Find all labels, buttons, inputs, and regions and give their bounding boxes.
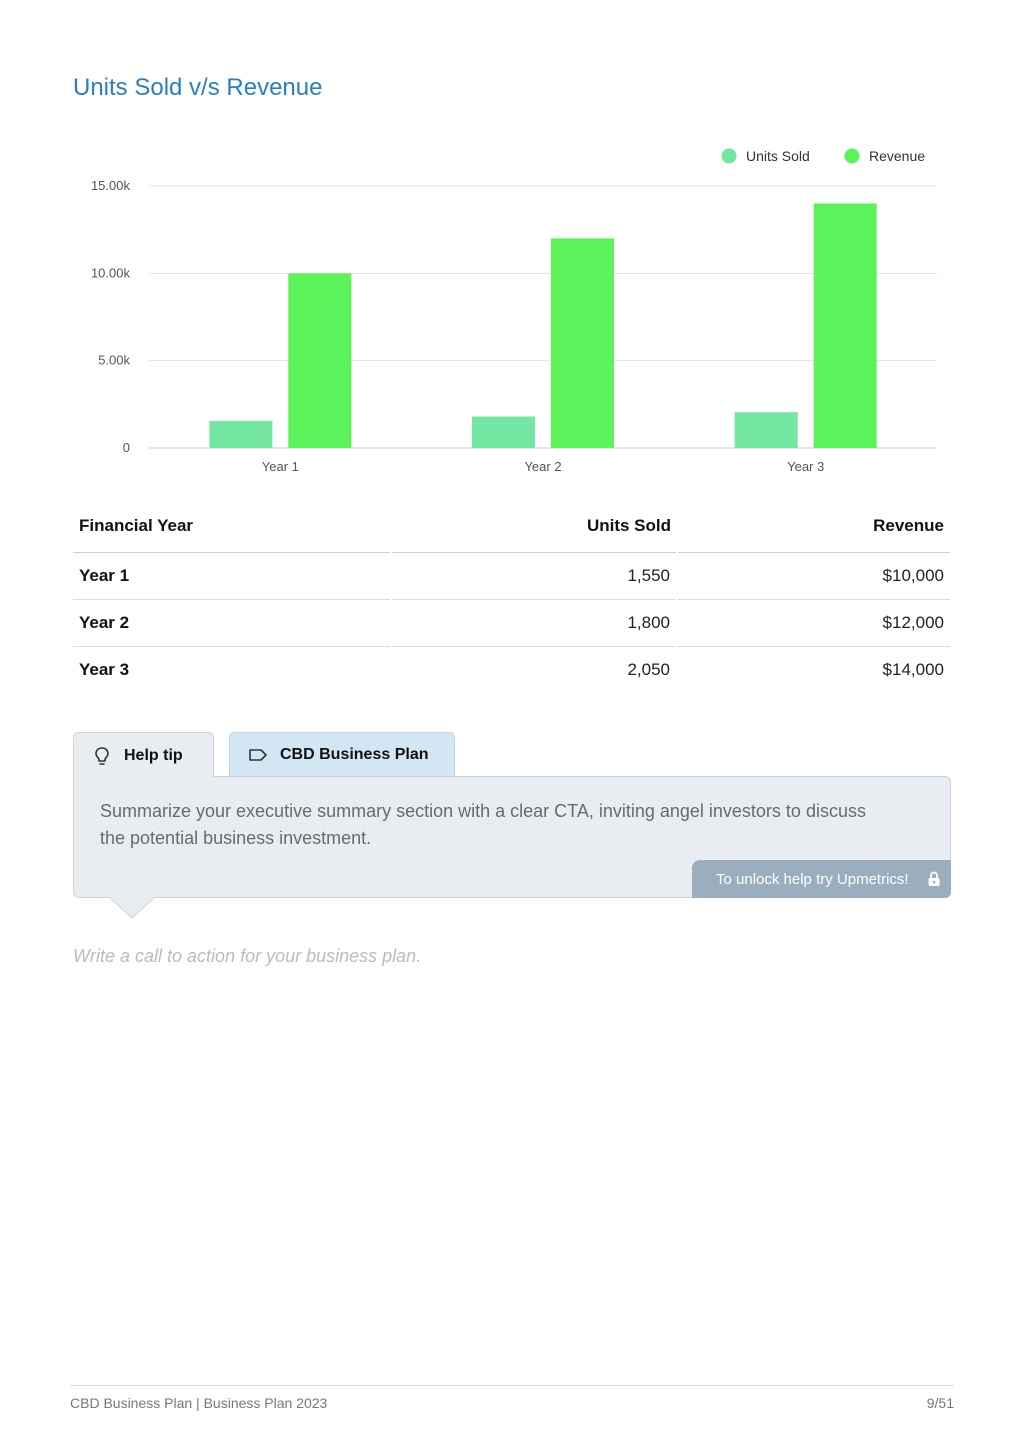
bar-units-sold: [734, 412, 798, 448]
help-panel-pointer: [109, 897, 155, 919]
table-row: Year 2 1,800 $12,000: [73, 599, 950, 647]
legend-label: Revenue: [869, 148, 925, 164]
table-cell-revenue: $14,000: [676, 646, 950, 693]
tab-cbd-business-plan[interactable]: CBD Business Plan: [229, 732, 455, 777]
lightbulb-icon: [92, 746, 112, 766]
unlock-help-label: To unlock help try Upmetrics!: [716, 870, 909, 888]
tab-help-tip[interactable]: Help tip: [73, 732, 214, 778]
financial-table: Financial Year Units Sold Revenue Year 1…: [73, 500, 950, 693]
table-header: Financial Year: [73, 500, 391, 553]
table-cell-year: Year 3: [79, 659, 130, 679]
table-cell-revenue: $10,000: [676, 552, 950, 600]
y-tick-label: 10.00k: [91, 265, 131, 280]
y-tick-label: 5.00k: [98, 353, 130, 368]
help-panel: Summarize your executive summary section…: [73, 776, 951, 898]
footer-divider: [70, 1385, 954, 1386]
unlock-help-button[interactable]: To unlock help try Upmetrics!: [692, 860, 951, 898]
help-tabs: Help tip CBD Business Plan: [73, 732, 455, 778]
legend-swatch: [721, 148, 737, 164]
page-title: Units Sold v/s Revenue: [73, 74, 323, 101]
table-header: Revenue: [677, 500, 950, 553]
tab-cbd-business-plan-label: CBD Business Plan: [280, 746, 429, 763]
legend-swatch: [844, 148, 860, 164]
bar-revenue: [288, 273, 352, 448]
footer-page-number: 9/51: [926, 1395, 954, 1411]
table-header-row: Financial Year Units Sold Revenue: [73, 500, 950, 553]
x-tick-label: Year 1: [262, 459, 299, 474]
cta-placeholder[interactable]: Write a call to action for your business…: [73, 946, 421, 967]
bar-units-sold: [209, 420, 273, 448]
units-revenue-chart: 0 5.00k 10.00k 15.00k Year 1 Year 2 Year 3 Unit…: [91, 148, 937, 474]
table-cell-units: 2,050: [390, 646, 677, 693]
bar-revenue: [813, 203, 877, 448]
tab-help-tip-label: Help tip: [124, 746, 183, 764]
table-cell-revenue: $12,000: [676, 599, 950, 647]
y-tick-label: 15.00k: [91, 178, 131, 193]
x-tick-label: Year 3: [787, 459, 824, 474]
table-cell-year: Year 2: [73, 599, 391, 647]
y-tick-label: 0: [123, 440, 130, 455]
table-header: Units Sold: [391, 500, 677, 553]
legend-label: Units Sold: [746, 148, 810, 164]
tag-icon: [248, 745, 268, 765]
table-row: Year 1 1,550 $10,000: [73, 552, 950, 600]
lock-icon: [927, 871, 941, 891]
help-text: Summarize your executive summary section…: [100, 801, 866, 848]
x-tick-label: Year 2: [524, 459, 561, 474]
table-cell-units: 1,800: [390, 599, 677, 647]
table-cell-units: 1,550: [390, 552, 677, 600]
bar-units-sold: [472, 416, 535, 448]
footer-document-title: CBD Business Plan | Business Plan 2023: [70, 1395, 328, 1411]
bar-revenue: [551, 238, 614, 448]
table-row: Year 3 2,050 $14,000: [73, 646, 950, 693]
table-cell-year: Year 1: [73, 552, 391, 600]
